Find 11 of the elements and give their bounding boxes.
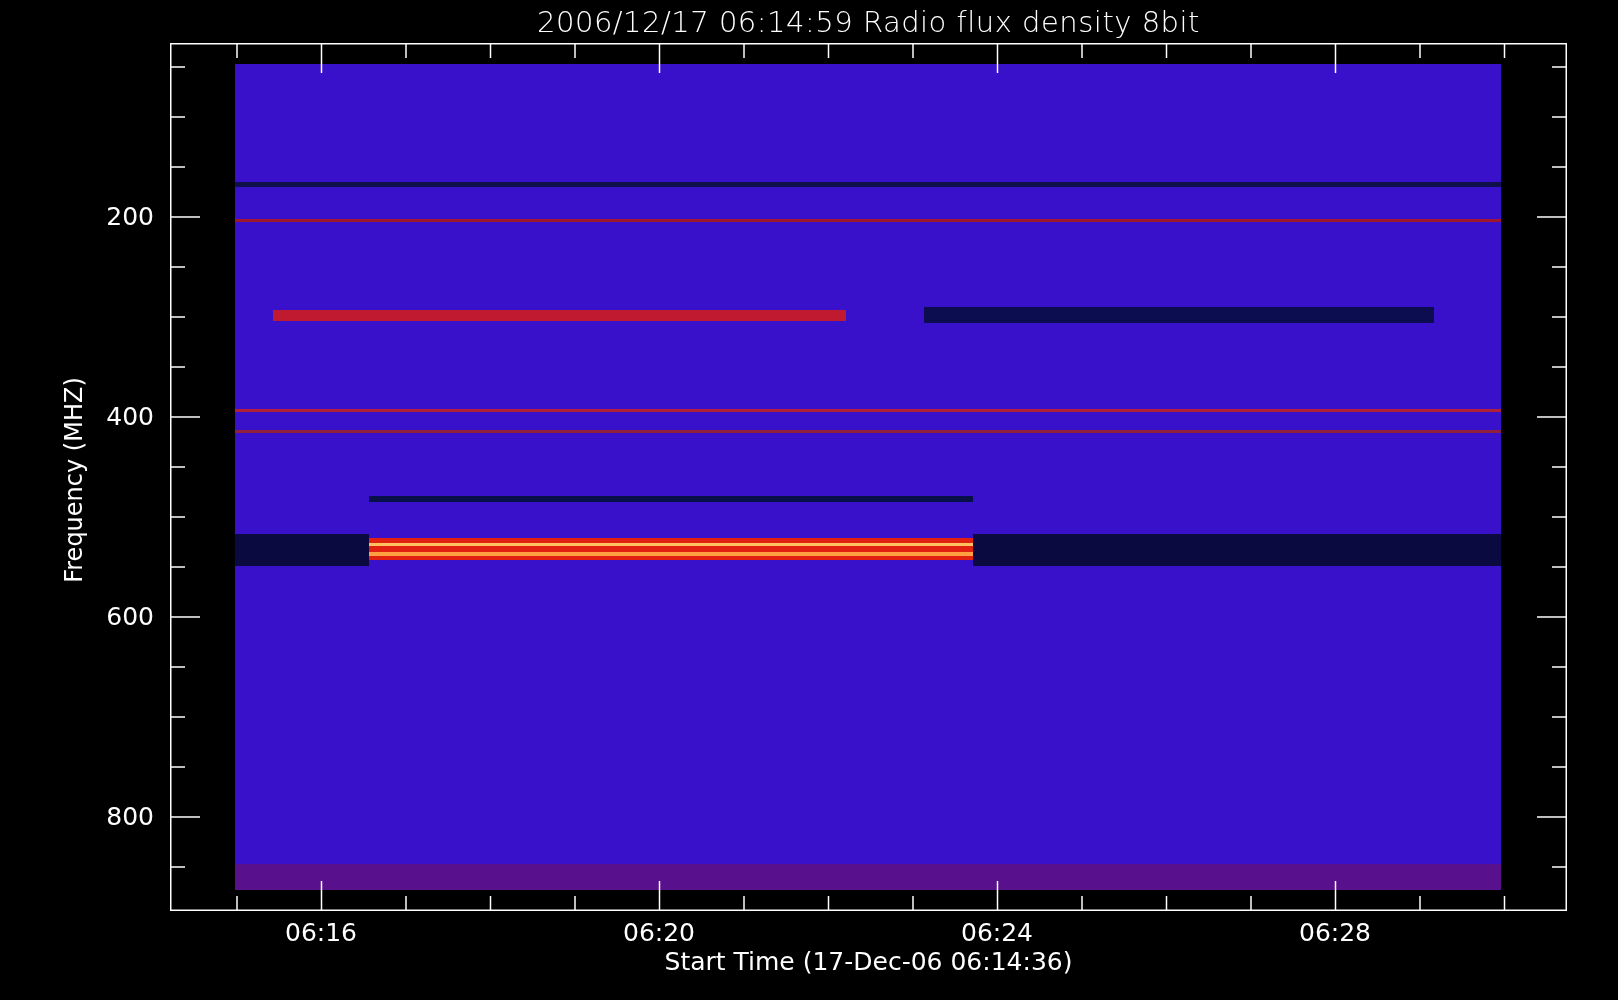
tick-label: 200: [106, 203, 154, 231]
tick-label: 800: [106, 803, 154, 831]
tick-label: 06:16: [285, 919, 357, 947]
chart-title: 2006/12/17 06:14:59 Radio flux density 8bit: [537, 4, 1200, 39]
axis-label: Start Time (17-Dec-06 06:14:36): [664, 947, 1073, 977]
axis-label: Frequency (MHZ): [60, 377, 88, 583]
tick-label: 06:28: [1299, 919, 1371, 947]
tick-label: 06:24: [961, 919, 1033, 947]
tick-label: 400: [106, 403, 154, 431]
tick-label: 06:20: [623, 919, 695, 947]
tick-label: 600: [106, 603, 154, 631]
